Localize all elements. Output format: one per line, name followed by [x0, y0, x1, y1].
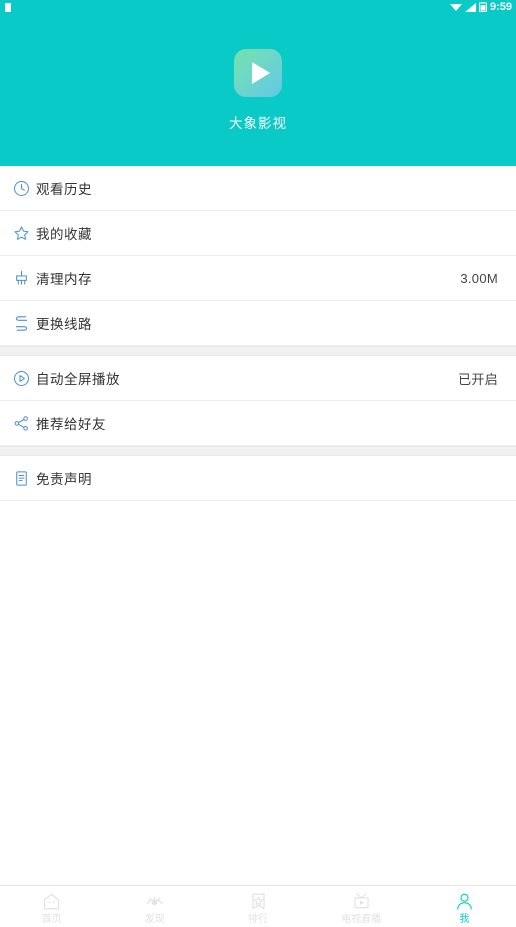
app-title: 大象影视	[229, 115, 287, 131]
status-bar: 9:59	[0, 0, 516, 14]
download-icon	[5, 2, 11, 12]
wifi-down-icon	[449, 3, 462, 11]
menu-item-label: 自动全屏播放	[36, 372, 120, 387]
tv-icon	[352, 891, 371, 911]
status-bar-right: 9:59	[449, 1, 512, 13]
profile-header: 大象影视	[0, 14, 516, 166]
star-icon	[6, 225, 36, 242]
play-circle-icon	[6, 370, 36, 387]
share-icon	[6, 415, 36, 432]
settings-group-1: 观看历史 我的收藏 清理内存 3.00M 更换线路	[0, 166, 516, 346]
settings-group-2: 自动全屏播放 已开启 推荐给好友	[0, 356, 516, 446]
settings-group-3: 免责声明	[0, 456, 516, 501]
menu-item-my-favorites[interactable]: 我的收藏	[0, 211, 516, 256]
menu-item-recommend-friend[interactable]: 推荐给好友	[0, 401, 516, 446]
empty-space	[0, 501, 516, 885]
group-separator	[0, 446, 516, 456]
menu-item-watch-history[interactable]: 观看历史	[0, 166, 516, 211]
menu-item-label: 推荐给好友	[36, 417, 106, 432]
tab-label: 电视直播	[341, 914, 382, 925]
menu-item-value: 已开启	[458, 371, 498, 387]
broom-icon	[6, 270, 36, 287]
menu-item-value: 3.00M	[460, 270, 498, 286]
rank-icon	[249, 891, 268, 911]
settings-list: 观看历史 我的收藏 清理内存 3.00M 更换线路 自动全屏播放 已开启 推荐给…	[0, 166, 516, 501]
menu-item-clear-cache[interactable]: 清理内存 3.00M	[0, 256, 516, 301]
menu-item-label: 观看历史	[36, 182, 92, 197]
play-triangle-icon	[251, 61, 270, 84]
tab-label: 首页	[41, 914, 62, 925]
tab-tv-live[interactable]: 电视直播	[310, 886, 413, 927]
person-icon	[455, 891, 474, 911]
menu-item-switch-line[interactable]: 更换线路	[0, 301, 516, 346]
swap-icon	[6, 315, 36, 332]
tab-home[interactable]: 首页	[0, 886, 103, 927]
menu-item-label: 更换线路	[36, 317, 92, 332]
menu-item-auto-fullscreen[interactable]: 自动全屏播放 已开启	[0, 356, 516, 401]
document-icon	[6, 470, 36, 487]
menu-item-label: 免责声明	[36, 472, 92, 487]
eye-icon	[145, 891, 164, 911]
status-bar-clock: 9:59	[489, 1, 512, 13]
clock-icon	[6, 180, 36, 197]
tab-me[interactable]: 我	[413, 886, 516, 927]
group-separator	[0, 346, 516, 356]
menu-item-disclaimer[interactable]: 免责声明	[0, 456, 516, 501]
tab-discover[interactable]: 发现	[103, 886, 206, 927]
tab-ranking[interactable]: 排行	[206, 886, 309, 927]
signal-icon	[464, 2, 476, 12]
home-icon	[42, 891, 61, 911]
menu-item-label: 我的收藏	[36, 227, 92, 242]
tab-label: 我	[459, 914, 470, 925]
tab-label: 发现	[144, 914, 165, 925]
tab-label: 排行	[248, 914, 268, 925]
bottom-navigation: 首页 发现 排行 电视直播 我	[0, 885, 516, 927]
battery-icon	[478, 2, 487, 12]
menu-item-label: 清理内存	[36, 272, 92, 287]
play-app-icon	[234, 48, 282, 97]
status-bar-left	[4, 2, 12, 12]
app-screen: 9:59 大象影视 观看历史 我的收藏 清理内存 3.00M 更换线路 自动全屏…	[0, 0, 516, 927]
